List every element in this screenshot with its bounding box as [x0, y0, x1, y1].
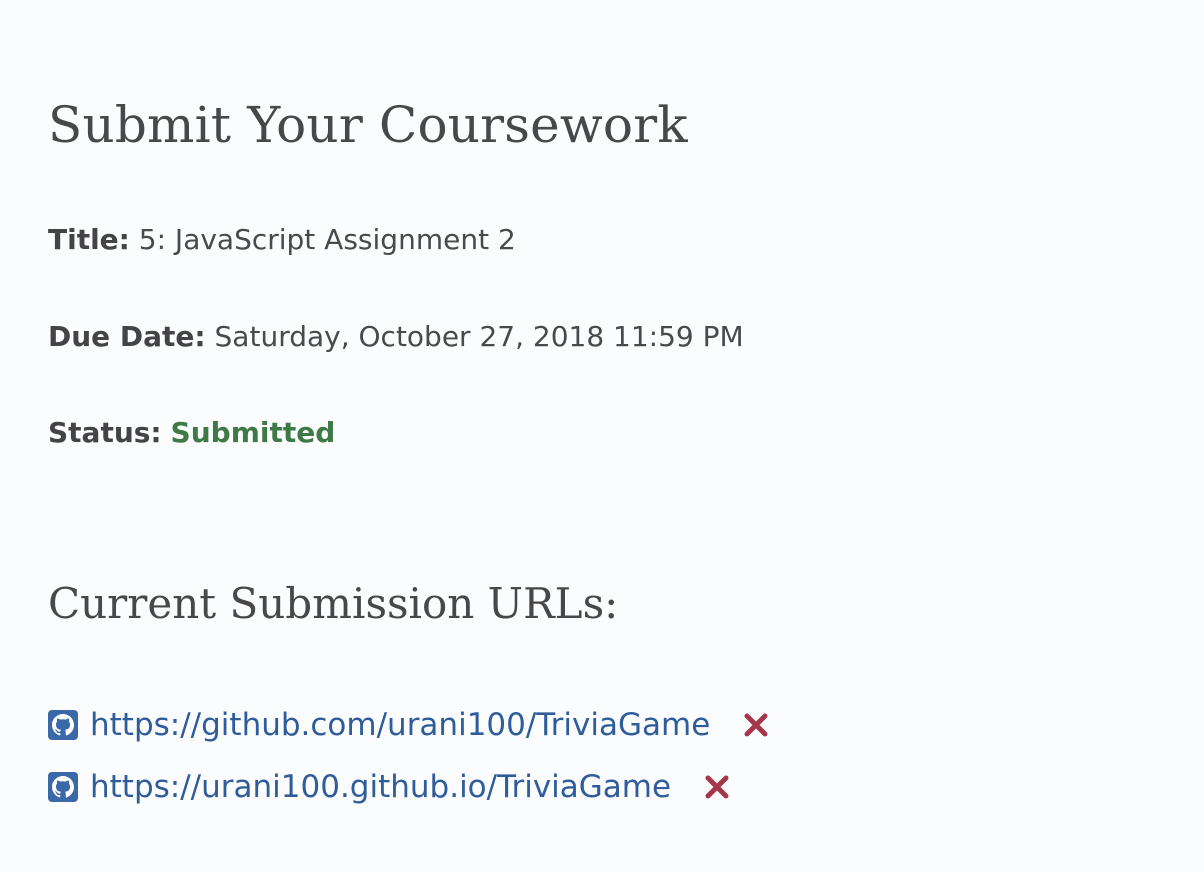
github-icon — [48, 710, 78, 740]
submission-url-link[interactable]: https://github.com/urani100/TriviaGame — [90, 705, 710, 745]
page-title: Submit Your Coursework — [48, 96, 688, 154]
submission-url-item: https://github.com/urani100/TriviaGame — [48, 694, 770, 756]
assignment-title: Title: 5: JavaScript Assignment 2 — [48, 222, 516, 258]
title-label: Title: — [48, 223, 130, 256]
due-date-label: Due Date: — [48, 320, 206, 353]
status-badge: Submitted — [170, 416, 336, 449]
assignment-status: Status: Submitted — [48, 415, 335, 451]
github-icon — [48, 772, 78, 802]
coursework-page: Submit Your Coursework Title: 5: JavaScr… — [48, 0, 1204, 872]
remove-icon[interactable] — [742, 711, 770, 739]
submission-url-list: https://github.com/urani100/TriviaGame h… — [48, 694, 770, 818]
due-date-value: Saturday, October 27, 2018 11:59 PM — [214, 320, 744, 353]
title-value: 5: JavaScript Assignment 2 — [138, 223, 516, 256]
submission-url-item: https://urani100.github.io/TriviaGame — [48, 756, 770, 818]
remove-icon[interactable] — [703, 773, 731, 801]
status-label: Status: — [48, 416, 162, 449]
submission-url-link[interactable]: https://urani100.github.io/TriviaGame — [90, 767, 671, 807]
submission-urls-heading: Current Submission URLs: — [48, 579, 619, 628]
assignment-due-date: Due Date: Saturday, October 27, 2018 11:… — [48, 319, 744, 355]
